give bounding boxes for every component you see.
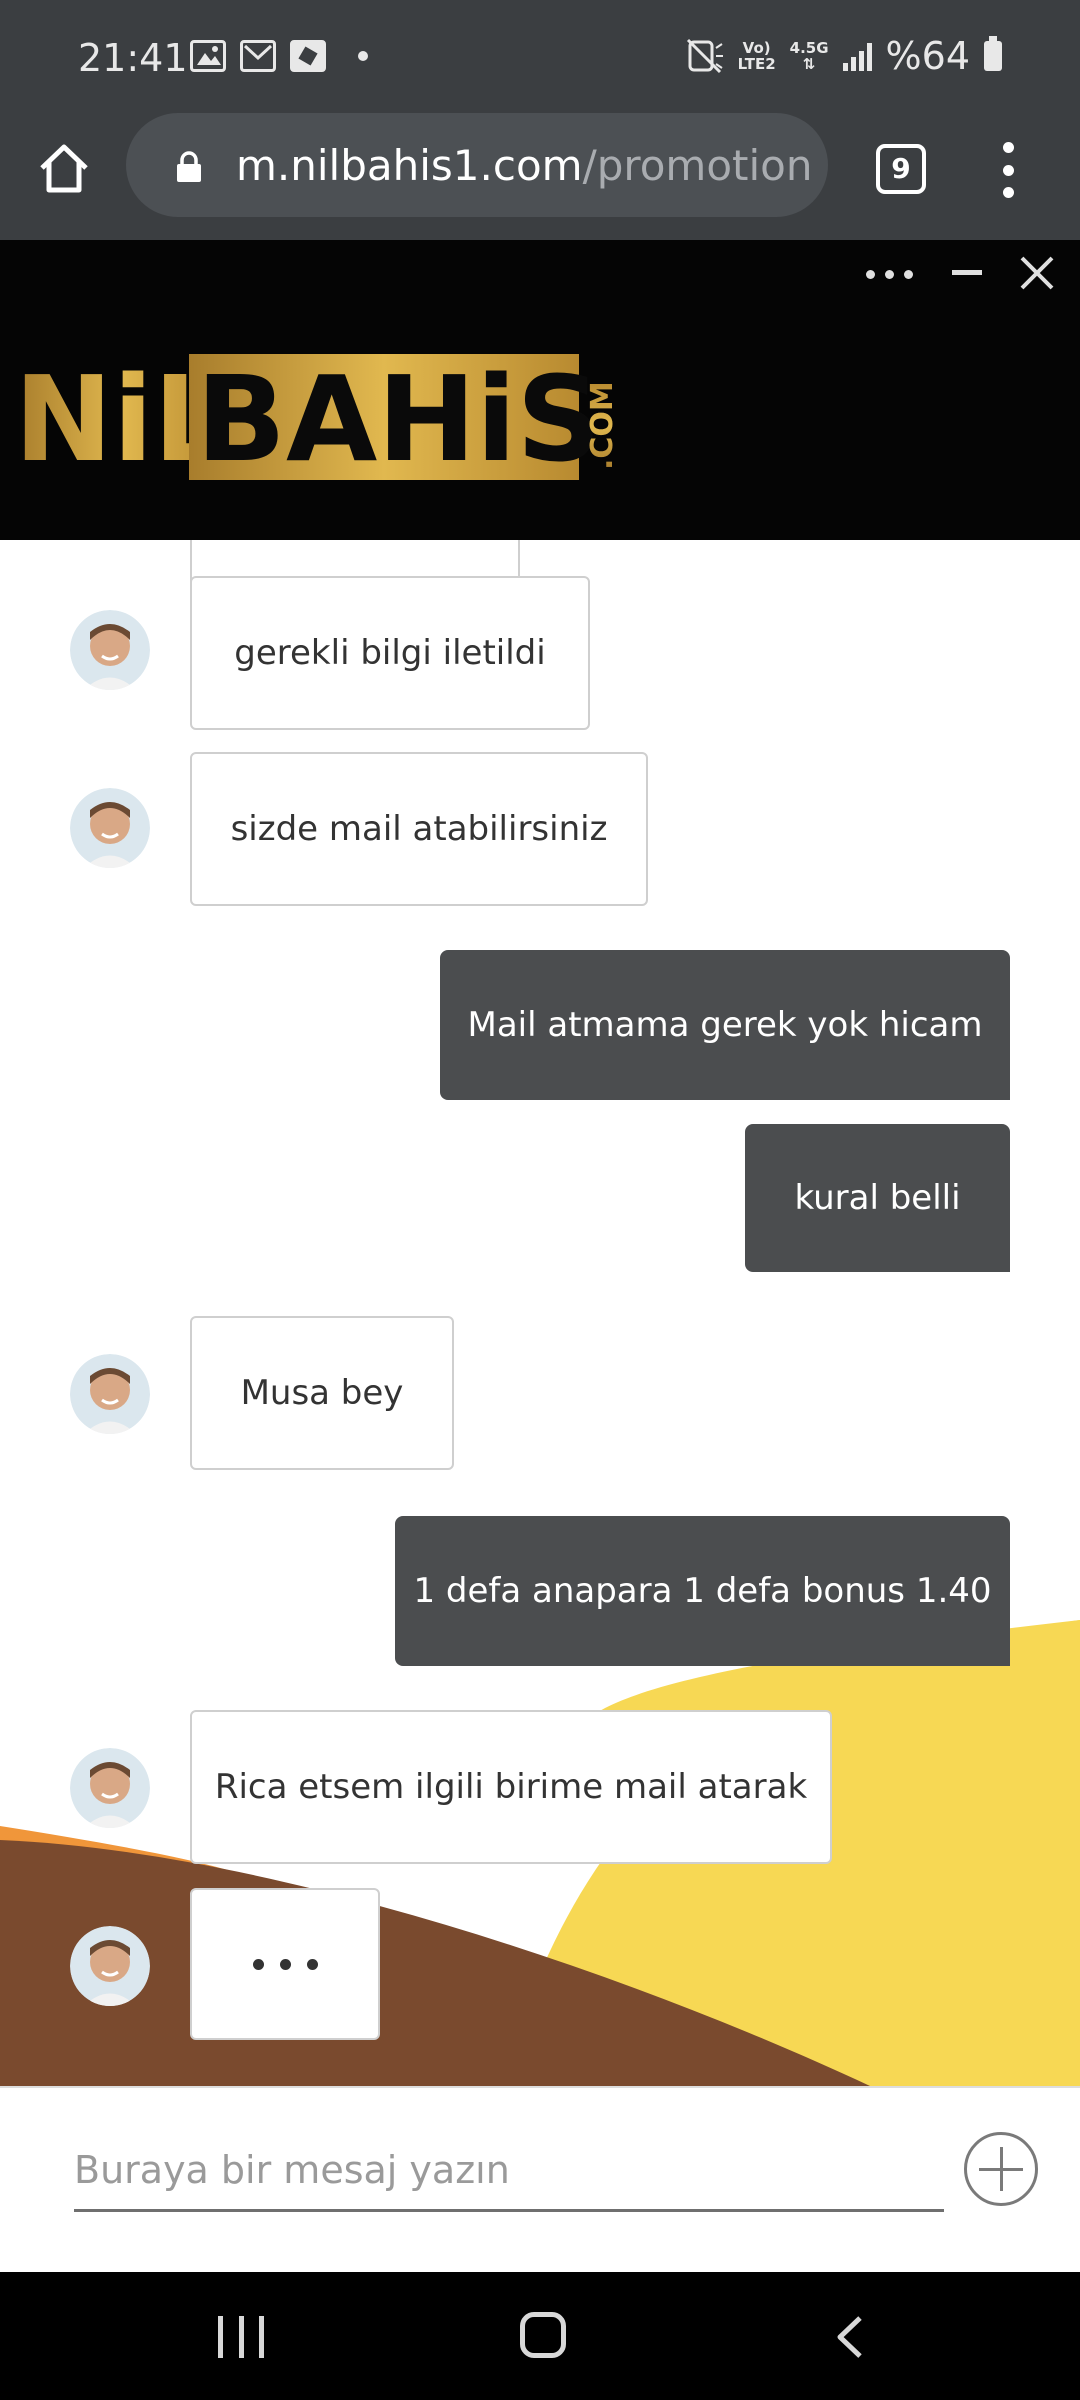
volte-top: Vo) [742,39,771,57]
chat-messages[interactable]: gerekli bilgi iletildi sizde mail atabil… [0,540,1080,2086]
agent-avatar [70,1926,150,2006]
agent-message: Musa bey [190,1316,454,1470]
browser-menu-button[interactable] [996,142,1020,198]
message-composer [0,2086,1080,2272]
notification-icons [190,40,368,72]
chat-header: NiL BAHiS .COM [0,240,1080,540]
battery-icon [984,36,1002,71]
url-domain: m.nilbahis1.com [236,141,583,190]
agent-message: gerekli bilgi iletildi [190,576,590,730]
signal-icon [842,41,872,71]
typing-indicator [190,1888,380,2040]
agent-avatar [70,1748,150,1828]
svg-text:.COM: .COM [585,381,620,470]
lock-icon [177,151,201,182]
user-message: Mail atmama gerek yok hicam [440,950,1010,1100]
system-nav-bar [0,2272,1080,2400]
volte-indicator: Vo) LTE2 [738,40,776,72]
user-message: kural belli [745,1124,1010,1272]
app-icon [290,40,326,72]
battery-percent: %64 [885,34,970,78]
agent-message: sizde mail atabilirsiniz [190,752,648,906]
user-message: 1 defa anapara 1 defa bonus 1.40 [395,1516,1010,1666]
home-icon[interactable] [34,138,94,198]
nilbahis-logo: NiL BAHiS .COM [14,350,620,485]
network-gen-indicator: 4.5G ⇅ [790,40,829,72]
recent-apps-icon[interactable] [218,2316,264,2358]
url-text: m.nilbahis1.com/promotion [236,141,816,190]
message-input[interactable] [74,2130,944,2212]
minimize-icon[interactable] [952,270,982,275]
more-options-icon[interactable] [866,270,913,279]
agent-message: Rica etsem ilgili birime mail atarak [190,1710,832,1864]
agent-avatar [70,610,150,690]
gmail-icon [240,40,276,72]
tab-switcher-button[interactable]: 9 [876,144,926,194]
volte-bottom: LTE2 [737,55,776,73]
browser-toolbar: m.nilbahis1.com/promotion 9 [0,113,1080,240]
url-path: /promotion [582,141,813,190]
data-arrows-icon: ⇅ [802,55,816,73]
status-bar: 21:41 Vo) LTE2 4.5G ⇅ %64 [0,0,1080,120]
image-icon [190,40,226,72]
network-gen: 4.5G [789,39,829,57]
agent-avatar [70,788,150,868]
more-notifications-icon [358,51,368,61]
add-attachment-button[interactable] [964,2132,1038,2206]
svg-text:BAHiS: BAHiS [196,350,601,485]
home-nav-icon[interactable] [520,2312,566,2358]
status-right: Vo) LTE2 4.5G ⇅ %64 [686,34,1002,78]
back-icon[interactable] [830,2314,870,2360]
mute-icon [686,38,723,74]
status-time: 21:41 [78,36,188,80]
close-icon[interactable] [1018,254,1056,292]
url-bar[interactable]: m.nilbahis1.com/promotion [126,113,828,217]
agent-avatar [70,1354,150,1434]
